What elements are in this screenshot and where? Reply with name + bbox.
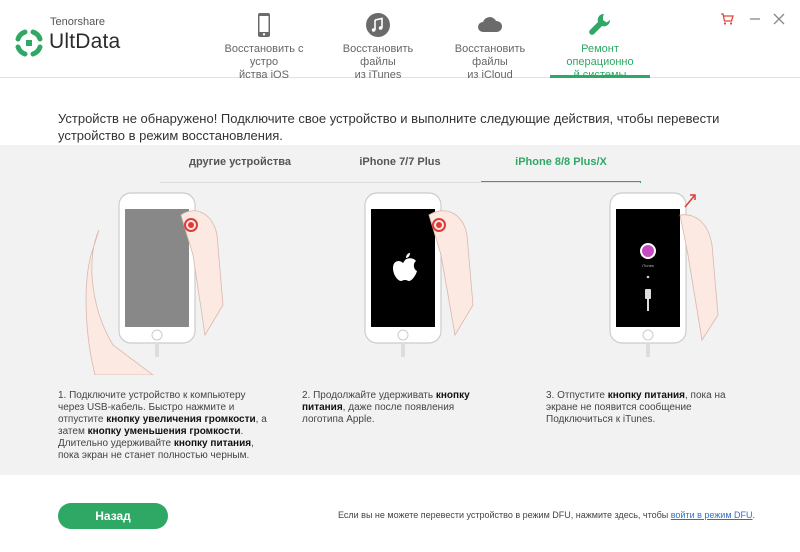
tab-iphone-8[interactable]: iPhone 8/8 Plus/X	[481, 145, 641, 183]
dfu-note: Если вы не можете перевести устройство в…	[338, 510, 756, 520]
nav-recover-itunes[interactable]: Восстановить файлы из iTunes	[324, 0, 432, 81]
step3-text: 3. Отпустите кнопку питания, пока на экр…	[546, 390, 726, 425]
back-button[interactable]: Назад	[58, 503, 168, 529]
minimize-icon[interactable]	[748, 12, 762, 26]
header: Tenorshare UltData Восстановить с устро …	[0, 0, 800, 81]
tab-iphone-7[interactable]: iPhone 7/7 Plus	[320, 145, 480, 183]
nav-repair-os[interactable]: Ремонт операционно й системы	[546, 0, 654, 81]
instruction-text: Устройств не обнаружено! Подключите свое…	[58, 111, 720, 143]
dfu-mode-link[interactable]: войти в режим DFU	[671, 510, 753, 520]
step2-text: 2. Продолжайте удерживать кнопку питания…	[302, 390, 470, 425]
music-icon	[366, 13, 390, 37]
device-tabs: другие устройства iPhone 7/7 Plus iPhone…	[0, 145, 800, 183]
step1-illustration	[85, 192, 224, 375]
phone-icon	[258, 13, 270, 37]
tab-other-devices[interactable]: другие устройства	[160, 145, 320, 183]
nav-recover-icloud[interactable]: Восстановить файлы из iCloud	[436, 0, 544, 81]
close-icon[interactable]	[772, 12, 786, 26]
guide-panel: другие устройства iPhone 7/7 Plus iPhone…	[0, 145, 800, 475]
nav-label: Восстановить файлы из iTunes	[342, 43, 414, 81]
step2-illustration	[364, 192, 474, 357]
nav-label: Восстановить с устро йства iOS	[224, 43, 304, 81]
cart-icon[interactable]	[720, 12, 734, 26]
svg-text:iTunes: iTunes	[642, 263, 654, 268]
ultdata-logo-icon	[15, 29, 43, 57]
release-arrow-icon	[684, 194, 696, 208]
nav-label: Восстановить файлы из iCloud	[454, 43, 526, 81]
nav-recover-ios[interactable]: Восстановить с устро йства iOS	[210, 0, 318, 81]
brand-big: UltData	[49, 30, 121, 53]
brand-small: Tenorshare	[50, 16, 106, 28]
step3-illustration: iTunes	[609, 192, 719, 357]
wrench-icon	[589, 13, 611, 35]
itunes-icon: iTunes	[640, 243, 656, 268]
cloud-icon	[478, 17, 503, 32]
app-logo: Tenorshare UltData	[14, 14, 204, 58]
active-tab-indicator	[550, 75, 650, 78]
tabs-divider	[160, 182, 640, 183]
step1-text: 1. Подключите устройство к компьютеру че…	[58, 390, 267, 461]
